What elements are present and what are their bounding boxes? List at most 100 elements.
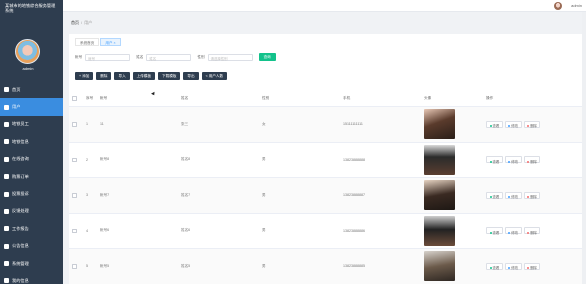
cell-account: 11	[100, 122, 104, 127]
tab-home[interactable]: 系统首页	[75, 38, 100, 46]
cell-index: 3	[86, 193, 88, 198]
user-photo[interactable]	[424, 180, 455, 211]
select-all-checkbox[interactable]	[72, 96, 77, 101]
row-select-cell	[69, 264, 83, 269]
view-label: 查看	[492, 230, 500, 235]
search-button[interactable]: 查询	[258, 53, 276, 61]
sidebar-item-staff[interactable]: 地铁员工	[0, 116, 63, 133]
sidebar-item-label: 我的信息	[12, 277, 29, 283]
sidebar-item-profile[interactable]: 我的信息	[0, 272, 63, 284]
sidebar-item-label: 购票订单	[12, 173, 29, 179]
avatar[interactable]	[554, 2, 562, 10]
sidebar-item-chat[interactable]: 在线咨询	[0, 151, 63, 168]
app-title: 某城市的地铁综合服务管理系统	[5, 3, 56, 14]
cell-index: 1	[86, 122, 88, 127]
view-button[interactable]: 查看	[486, 262, 503, 270]
sidebar-item-metro[interactable]: 地铁信息	[0, 133, 63, 150]
delete-row-button[interactable]: 删除	[523, 227, 541, 235]
edit-icon	[508, 231, 511, 234]
delete-label: 删除	[530, 230, 537, 235]
delete-label: 删除	[530, 124, 537, 129]
view-button[interactable]: 查看	[486, 120, 503, 128]
sidebar-item-label: 地铁员工	[12, 121, 29, 127]
view-icon	[489, 267, 492, 270]
delete-row-button[interactable]: 删除	[523, 156, 541, 164]
header-name[interactable]: 姓名	[178, 96, 259, 101]
delete-icon	[527, 267, 530, 270]
import-button[interactable]: 导入	[114, 72, 130, 80]
header-phone[interactable]: 手机	[340, 96, 421, 101]
cell-gender: 男	[262, 263, 266, 268]
delete-row-button[interactable]: 删除	[523, 262, 541, 270]
header-gender[interactable]: 性别	[259, 96, 340, 101]
cell-gender: 男	[262, 157, 266, 162]
sidebar-item-report[interactable]: 工作报告	[0, 220, 63, 237]
user-photo[interactable]	[424, 144, 455, 175]
row-select-cell	[69, 193, 83, 198]
edit-button[interactable]: 修改	[504, 156, 522, 164]
delete-button[interactable]: 删除	[96, 72, 112, 80]
sidebar-username: admin	[22, 66, 34, 71]
delete-icon	[527, 160, 530, 163]
sidebar-item-notice[interactable]: 公告信息	[0, 238, 63, 255]
row-select-cell	[69, 157, 83, 162]
cell-gender: 男	[262, 228, 266, 233]
row-checkbox[interactable]	[72, 157, 77, 162]
edit-button[interactable]: 修改	[504, 262, 522, 270]
view-label: 查看	[492, 159, 500, 164]
breadcrumb: 首页 / 用户	[71, 20, 92, 26]
sidebar-item-user[interactable]: 用户	[0, 98, 63, 116]
user-photo[interactable]	[424, 109, 455, 140]
header-actions: 操作	[486, 96, 494, 100]
cell-name: 姓名6	[181, 228, 191, 233]
tab-user[interactable]: 用户 ×	[100, 38, 121, 46]
add-button[interactable]: + 添加	[75, 72, 94, 80]
sidebar-item-system[interactable]: 系统管理	[0, 255, 63, 272]
delete-row-button[interactable]: 删除	[523, 191, 541, 199]
row-checkbox[interactable]	[72, 264, 77, 269]
cell-actions: 查看 修改 删除	[483, 227, 577, 235]
name-input[interactable]: 姓名	[146, 53, 192, 61]
header-photo: 头像	[424, 96, 432, 100]
user-photo[interactable]	[424, 215, 455, 246]
edit-label: 修改	[511, 159, 519, 164]
export-button[interactable]: 导出	[183, 72, 199, 80]
cell-actions: 查看 修改 删除	[483, 191, 577, 199]
sidebar-item-order[interactable]: 购票订单	[0, 168, 63, 185]
sidebar-item-feedback[interactable]: 反馈处理	[0, 203, 63, 220]
user-count-button[interactable]: < 用户人数	[201, 72, 228, 80]
gender-select[interactable]: 请选择性别	[207, 53, 253, 61]
row-checkbox[interactable]	[72, 122, 77, 127]
table-row: 1 11 张三 女 15111111111 查看 修改 删除	[69, 107, 583, 143]
vote-icon	[4, 191, 9, 197]
row-checkbox[interactable]	[72, 193, 77, 198]
delete-row-button[interactable]: 删除	[523, 120, 541, 129]
sidebar-item-home[interactable]: 首页	[0, 81, 63, 98]
scrollbar[interactable]	[582, 12, 586, 284]
sidebar-item-label: 系统管理	[12, 260, 29, 266]
breadcrumb-home[interactable]: 首页	[71, 20, 79, 25]
table-row: 3 帐号7 姓名7 男 13823888887 查看 修改 删除	[69, 178, 583, 214]
edit-button[interactable]: 修改	[504, 120, 522, 128]
header-account[interactable]: 帐号	[97, 96, 178, 101]
cell-phone: 15111111111	[343, 122, 363, 127]
user-photo[interactable]	[424, 251, 455, 282]
view-button[interactable]: 查看	[486, 156, 503, 164]
search-form: 帐号 帐号 姓名 姓名 性别 请选择性别 查询	[75, 53, 276, 61]
view-button[interactable]: 查看	[486, 191, 503, 199]
edit-button[interactable]: 修改	[504, 191, 522, 199]
row-checkbox[interactable]	[72, 228, 77, 233]
cell-account: 帐号6	[100, 228, 110, 233]
upload-template-button[interactable]: 上传模板	[132, 72, 156, 80]
sidebar-item-vote[interactable]: 投票投诉	[0, 185, 63, 202]
sidebar-item-label: 公告信息	[12, 243, 29, 249]
download-template-button[interactable]: 下载模板	[158, 72, 181, 80]
select-all-cell	[69, 96, 83, 101]
topbar-username[interactable]: admin	[571, 3, 582, 8]
view-icon	[489, 160, 492, 163]
view-button[interactable]: 查看	[486, 227, 503, 235]
edit-button[interactable]: 修改	[504, 227, 522, 235]
account-input[interactable]: 帐号	[85, 53, 131, 61]
cell-actions: 查看 修改 删除	[483, 120, 577, 129]
sidebar-item-label: 反馈处理	[12, 208, 29, 214]
